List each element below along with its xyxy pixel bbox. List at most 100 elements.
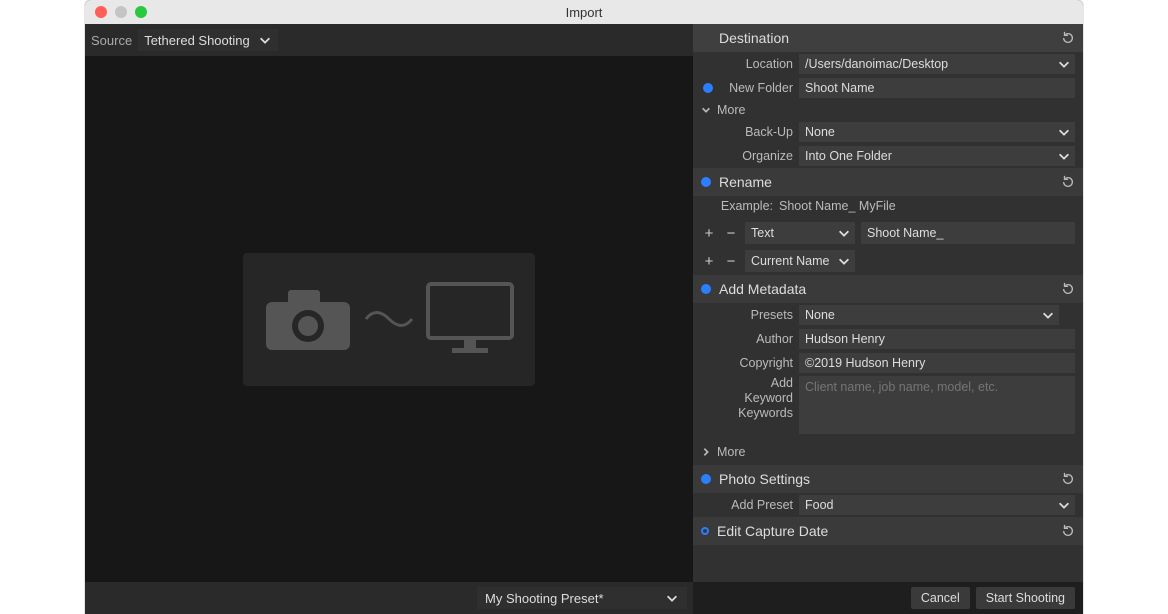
- cancel-button[interactable]: Cancel: [911, 587, 970, 609]
- more-label: More: [717, 445, 745, 459]
- footer: Cancel Start Shooting: [693, 582, 1083, 614]
- reset-icon[interactable]: [1061, 472, 1075, 486]
- rename-token-row-1: + − Text: [693, 219, 1083, 247]
- backup-select[interactable]: None: [799, 122, 1075, 142]
- presets-select[interactable]: None: [799, 305, 1059, 325]
- chevron-down-icon: [837, 254, 851, 268]
- destination-title: Destination: [719, 30, 789, 46]
- content: Source Tethered Shooting: [85, 24, 1083, 614]
- add-preset-select[interactable]: Food: [799, 495, 1075, 515]
- chevron-down-icon: [1057, 57, 1071, 71]
- keywords-input[interactable]: [799, 376, 1075, 434]
- left-pane: Source Tethered Shooting: [85, 24, 693, 614]
- backup-row: Back-Up None: [693, 120, 1083, 144]
- backup-value: None: [805, 125, 835, 139]
- capture-date-header[interactable]: Edit Capture Date: [693, 517, 1083, 545]
- keywords-row: Add Keyword Keywords: [693, 375, 1083, 435]
- organize-label: Organize: [721, 149, 793, 163]
- remove-token-button[interactable]: −: [723, 251, 739, 271]
- start-shooting-button[interactable]: Start Shooting: [976, 587, 1075, 609]
- remove-token-button[interactable]: −: [723, 223, 739, 243]
- presets-value: None: [805, 308, 835, 322]
- organize-value: Into One Folder: [805, 149, 892, 163]
- enabled-dot-icon[interactable]: [701, 474, 711, 484]
- example-label: Example:: [701, 199, 773, 213]
- rename-header[interactable]: Rename: [693, 168, 1083, 196]
- capture-date-title: Edit Capture Date: [717, 523, 828, 539]
- destination-header[interactable]: Destination: [693, 24, 1083, 52]
- author-row: Author: [693, 327, 1083, 351]
- reset-icon[interactable]: [1061, 31, 1075, 45]
- location-input[interactable]: /Users/danoimac/Desktop: [799, 54, 1075, 74]
- rename-token-row-2: + − Current Name: [693, 247, 1083, 275]
- photo-settings-header[interactable]: Photo Settings: [693, 465, 1083, 493]
- location-value: /Users/danoimac/Desktop: [805, 57, 948, 71]
- keywords-label: Keywords: [721, 406, 793, 421]
- add-token-button[interactable]: +: [701, 223, 717, 243]
- token-text-input[interactable]: [861, 222, 1075, 244]
- author-field[interactable]: [805, 332, 1069, 346]
- keywords-field[interactable]: [805, 380, 1069, 430]
- preset-value: My Shooting Preset*: [485, 591, 604, 606]
- chevron-down-icon: [1057, 125, 1071, 139]
- chevron-down-icon: [258, 33, 272, 47]
- new-folder-input[interactable]: [799, 78, 1075, 98]
- enabled-dot-icon[interactable]: [703, 83, 713, 93]
- cable-icon: [364, 304, 414, 334]
- titlebar: Import: [85, 0, 1083, 24]
- source-bar: Source Tethered Shooting: [85, 24, 693, 56]
- camera-icon: [262, 284, 354, 354]
- copyright-field[interactable]: [805, 356, 1069, 370]
- add-keyword-label: Add Keyword: [721, 376, 793, 406]
- source-select[interactable]: Tethered Shooting: [138, 29, 278, 51]
- new-folder-field[interactable]: [805, 81, 1069, 95]
- copyright-input[interactable]: [799, 353, 1075, 373]
- location-label: Location: [721, 57, 793, 71]
- organize-row: Organize Into One Folder: [693, 144, 1083, 168]
- chevron-down-icon: [665, 591, 679, 605]
- disabled-dot-icon[interactable]: [701, 527, 709, 535]
- organize-select[interactable]: Into One Folder: [799, 146, 1075, 166]
- destination-more-toggle[interactable]: More: [693, 100, 1083, 120]
- reset-icon[interactable]: [1061, 524, 1075, 538]
- author-input[interactable]: [799, 329, 1075, 349]
- reset-icon[interactable]: [1061, 175, 1075, 189]
- add-preset-value: Food: [805, 498, 834, 512]
- chevron-down-icon: [837, 226, 851, 240]
- presets-label: Presets: [721, 308, 793, 322]
- reset-icon[interactable]: [1061, 282, 1075, 296]
- chevron-down-icon: [701, 105, 711, 115]
- preset-select[interactable]: My Shooting Preset*: [477, 587, 687, 609]
- metadata-more-toggle[interactable]: More: [693, 435, 1083, 465]
- chevron-right-icon: [701, 447, 711, 457]
- enabled-dot-icon[interactable]: [701, 284, 711, 294]
- chevron-down-icon: [1041, 308, 1055, 322]
- rename-title: Rename: [719, 174, 772, 190]
- presets-row: Presets None: [693, 303, 1083, 327]
- tethered-placeholder: [243, 253, 535, 386]
- add-token-button[interactable]: +: [701, 251, 717, 271]
- chevron-down-icon: [1057, 498, 1071, 512]
- right-pane: Destination Location /Users/danoimac/Des…: [693, 24, 1083, 614]
- keywords-labels: Add Keyword Keywords: [721, 376, 793, 421]
- window-title: Import: [85, 5, 1083, 20]
- import-window: Import Source Tethered Shooting: [85, 0, 1083, 614]
- monitor-icon: [424, 280, 516, 358]
- metadata-title: Add Metadata: [719, 281, 806, 297]
- metadata-header[interactable]: Add Metadata: [693, 275, 1083, 303]
- enabled-dot-icon[interactable]: [701, 177, 711, 187]
- author-label: Author: [721, 332, 793, 346]
- add-preset-row: Add Preset Food: [693, 493, 1083, 517]
- more-label: More: [717, 103, 745, 117]
- new-folder-row: New Folder: [693, 76, 1083, 100]
- token-text-field[interactable]: [867, 226, 1069, 240]
- preview-area: [85, 56, 693, 582]
- rename-example-row: Example: Shoot Name_ MyFile: [693, 196, 1083, 219]
- token-type-select[interactable]: Current Name: [745, 250, 855, 272]
- token-type-select[interactable]: Text: [745, 222, 855, 244]
- new-folder-label: New Folder: [721, 81, 793, 95]
- photo-settings-title: Photo Settings: [719, 471, 810, 487]
- token-type-value: Current Name: [751, 254, 830, 268]
- add-preset-label: Add Preset: [721, 498, 793, 512]
- example-value: Shoot Name_ MyFile: [779, 199, 896, 213]
